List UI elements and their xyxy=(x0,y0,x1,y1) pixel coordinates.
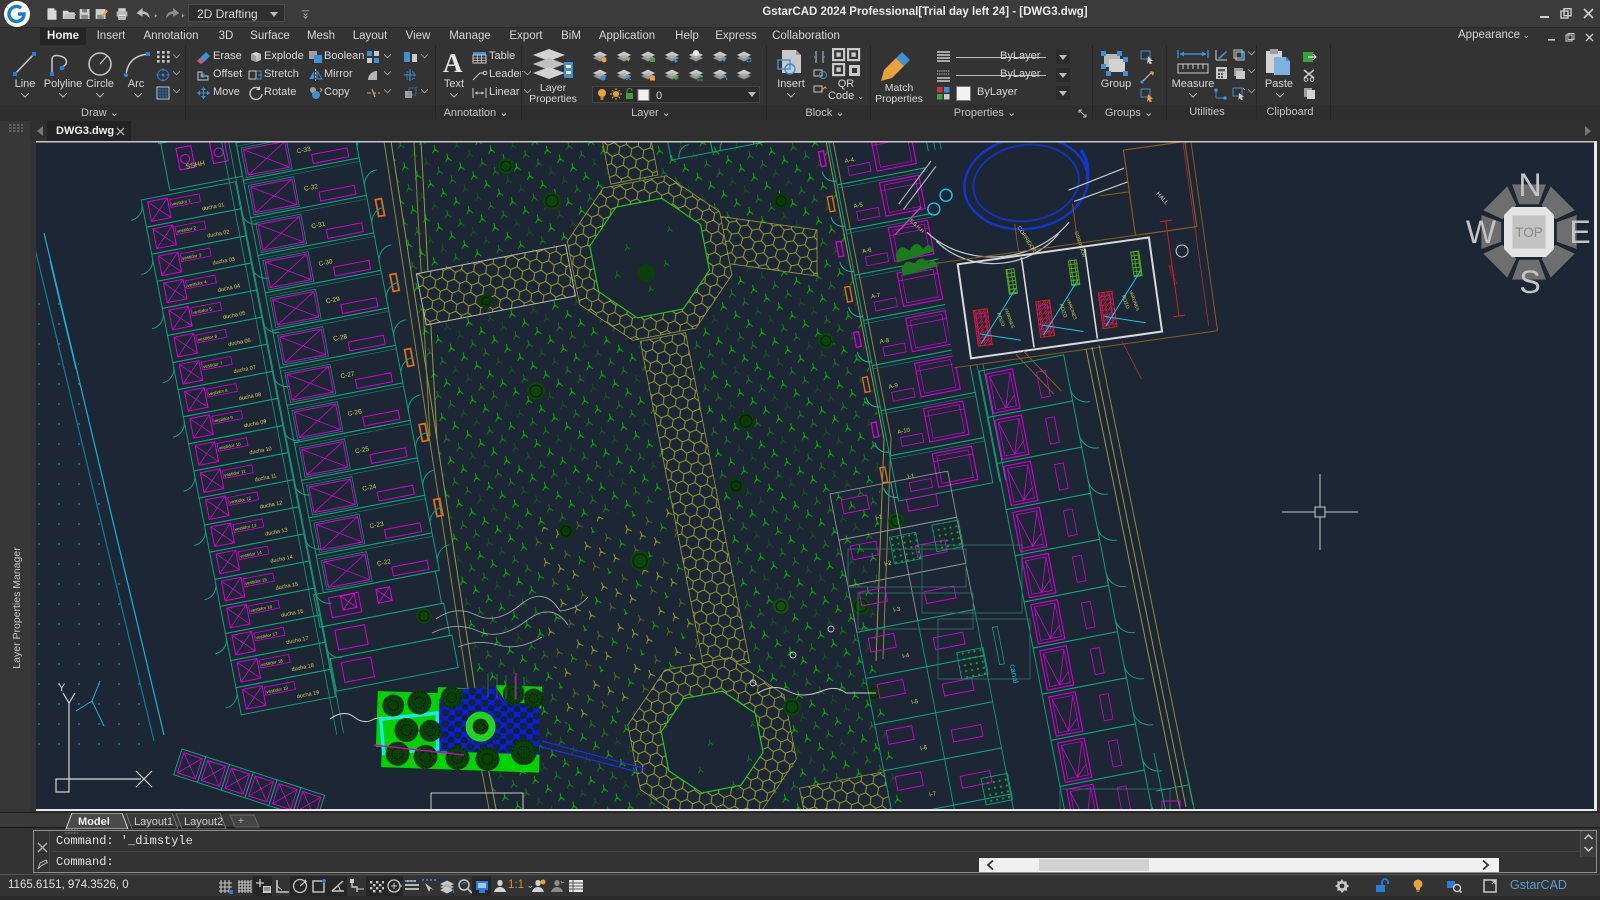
svg-text:+: + xyxy=(238,816,244,827)
svg-text:Layout1: Layout1 xyxy=(134,816,173,828)
svg-text:Layout2: Layout2 xyxy=(184,816,223,828)
svg-text:0: 0 xyxy=(656,90,662,101)
svg-text:E: E xyxy=(1569,214,1590,250)
svg-text:TOP: TOP xyxy=(1515,225,1543,240)
svg-text:Model: Model xyxy=(78,816,110,828)
svg-text:W: W xyxy=(1466,214,1497,250)
svg-text:S: S xyxy=(1519,264,1540,300)
svg-text:N: N xyxy=(1518,167,1541,203)
svg-text:Y: Y xyxy=(58,682,66,694)
